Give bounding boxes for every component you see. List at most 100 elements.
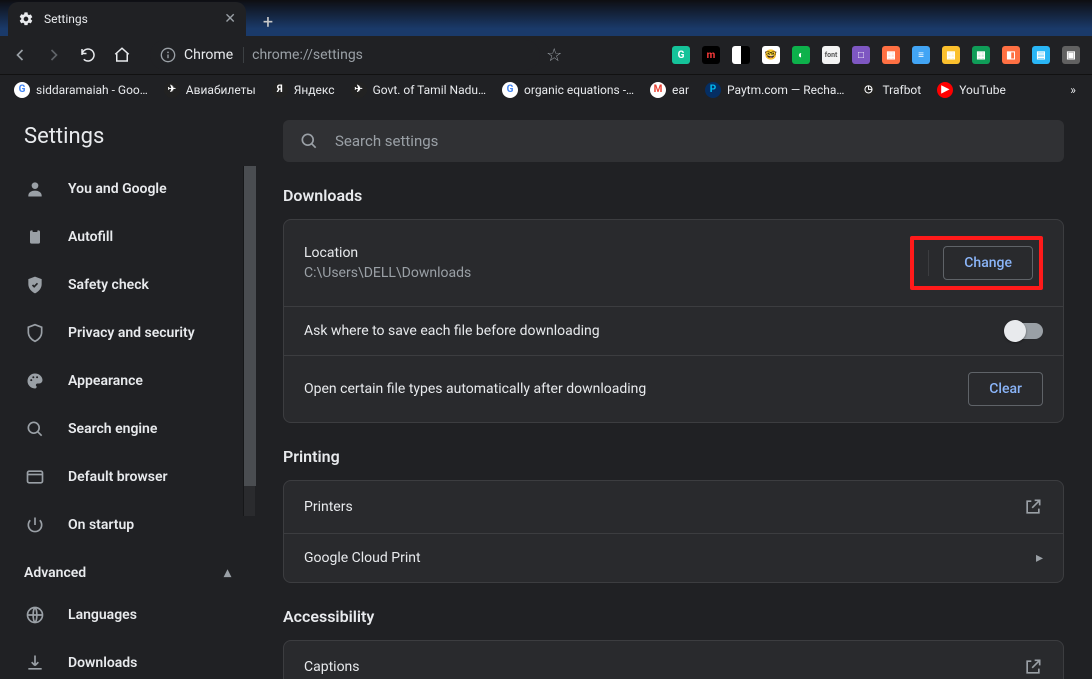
bookmarks-bar: Gsiddaramaiah - Goo… ✈ Авиабилеты ЯЯндекс ✈ G…: [0, 74, 1092, 104]
extension-sheets[interactable]: ▦: [972, 46, 990, 64]
info-icon: [160, 47, 176, 63]
bookmark-favicon: ▶: [937, 82, 953, 98]
section-title-printing: Printing: [283, 447, 1064, 466]
gear-icon: [18, 11, 34, 27]
bookmarks-overflow-button[interactable]: »: [1062, 83, 1084, 97]
sidebar-item-label: Downloads: [68, 655, 137, 671]
sidebar-item-privacy-and-security[interactable]: Privacy and security: [0, 309, 255, 357]
address-bar[interactable]: Chrome chrome://settings: [150, 40, 540, 70]
bookmark-favicon: ◷: [860, 82, 876, 98]
power-icon: [24, 514, 46, 536]
shield-icon: [24, 322, 46, 344]
sidebar-item-label: Privacy and security: [68, 325, 195, 341]
bookmark-item[interactable]: ЯЯндекс: [266, 78, 341, 102]
downloads-location-path: C:\Users\DELL\Downloads: [304, 265, 471, 281]
advanced-label: Advanced: [24, 565, 86, 581]
sidebar-item-label: Safety check: [68, 277, 149, 293]
sidebar-scrollbar[interactable]: [243, 166, 255, 516]
change-location-button[interactable]: Change: [943, 246, 1033, 280]
sidebar-section-advanced[interactable]: Advanced ▴: [0, 549, 255, 591]
extension-ext6[interactable]: ◧: [1002, 46, 1020, 64]
bookmark-item[interactable]: P Paytm.com — Recha…: [699, 78, 850, 102]
google-cloud-print-row[interactable]: Google Cloud Print ▸: [284, 534, 1063, 582]
new-tab-button[interactable]: +: [254, 8, 282, 36]
extension-ext8[interactable]: ▣: [1062, 46, 1080, 64]
bookmark-favicon: ✈: [164, 82, 180, 98]
address-origin: Chrome: [184, 47, 244, 63]
ask-before-download-toggle[interactable]: [1007, 323, 1043, 339]
browser-tab[interactable]: Settings ✕: [8, 2, 246, 36]
bookmark-item[interactable]: ✈ Авиабилеты: [158, 78, 262, 102]
extension-ext4[interactable]: ▦: [942, 46, 960, 64]
printers-label: Printers: [304, 499, 353, 515]
sidebar-item-label: Languages: [68, 607, 137, 623]
bookmark-item[interactable]: Gsiddaramaiah - Goo…: [8, 78, 154, 102]
forward-button[interactable]: [42, 43, 66, 67]
extension-grammarly[interactable]: G: [672, 46, 690, 64]
bookmark-label: Авиабилеты: [186, 83, 256, 97]
extension-ext2[interactable]: ▦: [882, 46, 900, 64]
printing-card: Printers Google Cloud Print ▸: [283, 480, 1064, 583]
bookmark-item[interactable]: Mear: [644, 78, 695, 102]
downloads-ask-row: Ask where to save each file before downl…: [284, 307, 1063, 356]
downloads-location-label: Location: [304, 245, 471, 261]
sidebar-item-appearance[interactable]: Appearance: [0, 357, 255, 405]
accessibility-card: Captions: [283, 640, 1064, 679]
extension-ext1[interactable]: □: [852, 46, 870, 64]
extension-ublock[interactable]: ◐: [792, 46, 810, 64]
google-cloud-print-label: Google Cloud Print: [304, 550, 421, 566]
chevron-up-icon: ▴: [224, 565, 231, 581]
section-title-accessibility: Accessibility: [283, 607, 1064, 626]
downloads-card: Location C:\Users\DELL\Downloads Change …: [283, 219, 1064, 423]
tab-close-button[interactable]: ✕: [224, 11, 236, 27]
chevron-right-icon: ▸: [1036, 550, 1043, 566]
back-button[interactable]: [8, 43, 32, 67]
sidebar-item-on-startup[interactable]: On startup: [0, 501, 255, 549]
bookmark-label: Trafbot: [882, 83, 921, 97]
extension-font[interactable]: font: [822, 46, 840, 64]
bookmark-item[interactable]: ▶ YouTube: [931, 78, 1012, 102]
reload-button[interactable]: [76, 43, 100, 67]
bookmark-favicon: ✈: [351, 82, 367, 98]
bookmark-item[interactable]: ◷ Trafbot: [854, 78, 927, 102]
sidebar-item-label: You and Google: [68, 181, 167, 197]
downloads-filetypes-row: Open certain file types automatically af…: [284, 356, 1063, 422]
home-button[interactable]: [110, 43, 134, 67]
settings-search[interactable]: [283, 120, 1064, 162]
extension-ext7[interactable]: ▤: [1032, 46, 1050, 64]
sidebar-item-downloads[interactable]: Downloads: [0, 639, 255, 678]
bookmark-favicon: P: [705, 82, 721, 98]
sidebar-item-autofill[interactable]: Autofill: [0, 213, 255, 261]
globe-icon: [24, 604, 46, 626]
extension-ext3[interactable]: ≡: [912, 46, 930, 64]
printers-row[interactable]: Printers: [284, 481, 1063, 534]
bookmark-label: organic equations -…: [524, 83, 634, 97]
captions-row[interactable]: Captions: [284, 641, 1063, 679]
sidebar-item-languages[interactable]: Languages: [0, 591, 255, 639]
sidebar-item-default-browser[interactable]: Default browser: [0, 453, 255, 501]
sidebar-item-label: On startup: [68, 517, 134, 533]
sidebar-item-label: Appearance: [68, 373, 143, 389]
bookmark-item[interactable]: Gorganic equations -…: [496, 78, 640, 102]
sidebar-item-you-and-google[interactable]: You and Google: [0, 165, 255, 213]
bookmark-label: Paytm.com — Recha…: [727, 83, 844, 97]
extension-buddy[interactable]: 🤓: [762, 46, 780, 64]
extension-momentum[interactable]: m: [702, 46, 720, 64]
bookmark-label: ear: [672, 83, 689, 97]
search-icon: [299, 131, 319, 151]
bookmark-label: YouTube: [959, 83, 1006, 97]
settings-sidebar: Settings You and GoogleAutofillSafety ch…: [0, 104, 255, 679]
settings-search-input[interactable]: [335, 132, 1048, 150]
extension-dark-reader[interactable]: [732, 46, 750, 64]
sidebar-item-search-engine[interactable]: Search engine: [0, 405, 255, 453]
bookmark-item[interactable]: ✈ Govt. of Tamil Nadu…: [345, 78, 492, 102]
sidebar-item-safety-check[interactable]: Safety check: [0, 261, 255, 309]
shield-check-icon: [24, 274, 46, 296]
sidebar-item-label: Search engine: [68, 421, 157, 437]
downloads-ask-label: Ask where to save each file before downl…: [304, 323, 600, 339]
bookmark-label: Govt. of Tamil Nadu…: [373, 83, 486, 97]
bookmark-favicon: G: [14, 82, 30, 98]
clear-filetypes-button[interactable]: Clear: [968, 372, 1043, 406]
palette-icon: [24, 370, 46, 392]
bookmark-star-button[interactable]: ☆: [546, 45, 562, 66]
